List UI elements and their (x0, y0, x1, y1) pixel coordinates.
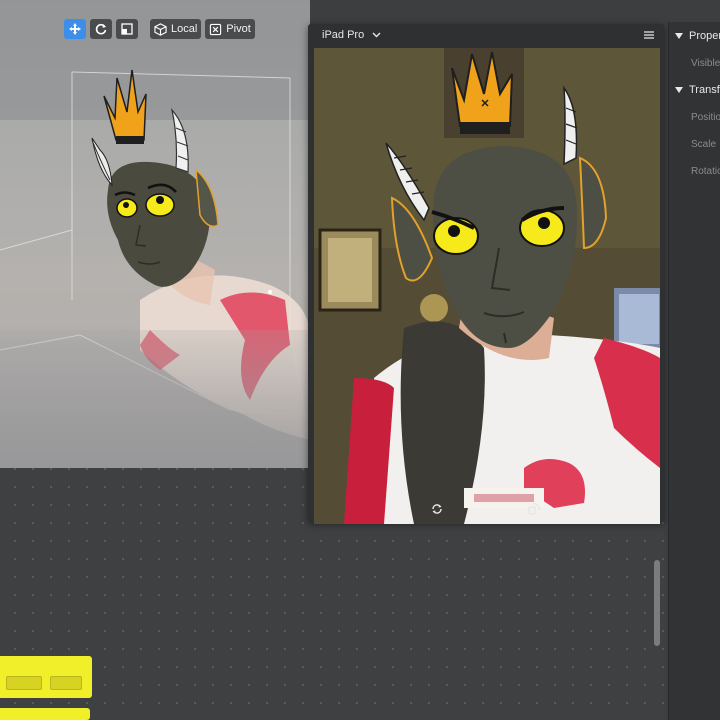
preview-header: iPad Pro (308, 24, 664, 46)
patch-node[interactable] (0, 708, 90, 720)
disclosure-triangle-icon (675, 84, 683, 96)
local-space-toggle[interactable]: Local (150, 19, 202, 39)
pivot-label: Pivot (226, 23, 251, 35)
pivot-icon (209, 23, 222, 36)
scale-tool-button[interactable] (116, 19, 138, 39)
rotation-label: Rotation (691, 166, 720, 177)
canvas-scrollbar[interactable] (654, 550, 662, 650)
hamburger-icon[interactable] (644, 26, 654, 44)
scale-icon (120, 22, 134, 36)
scale-label: Scale (691, 139, 717, 150)
cube-icon (154, 22, 167, 36)
node-port[interactable] (6, 676, 42, 690)
simulator-preview: iPad Pro (308, 24, 664, 524)
rotate-tool-button[interactable] (90, 19, 112, 39)
properties-title: Properties (689, 30, 720, 42)
transform-toolbar: Local Pivot (64, 18, 255, 40)
transform-title: Transform (689, 84, 720, 96)
pivot-toggle[interactable]: Pivot (205, 19, 255, 39)
scrollbar-thumb[interactable] (654, 560, 660, 646)
move-arrows-icon (68, 22, 82, 36)
visible-label: Visible (691, 58, 720, 69)
rotate-icon (94, 22, 108, 36)
properties-section-header[interactable]: Properties (675, 30, 720, 42)
scene-viewport[interactable]: Local Pivot (0, 0, 310, 468)
viewport-floor (0, 330, 310, 468)
camera-preview (314, 48, 660, 524)
node-port[interactable] (50, 676, 82, 690)
device-label: iPad Pro (322, 29, 365, 41)
device-selector[interactable]: iPad Pro (322, 29, 381, 41)
properties-inspector: Properties Visible Transform Position Sc… (668, 22, 720, 720)
disclosure-triangle-icon (675, 30, 683, 42)
camera-frame (314, 48, 660, 524)
flip-camera-icon[interactable] (431, 502, 443, 520)
preview-footer (308, 500, 664, 522)
position-label: Position (691, 112, 720, 123)
rotate-device-icon[interactable] (528, 502, 542, 520)
local-space-label: Local (171, 23, 198, 35)
move-tool-button[interactable] (64, 19, 86, 39)
patch-node[interactable] (0, 656, 92, 698)
chevron-down-icon (372, 29, 381, 41)
transform-section-header[interactable]: Transform (675, 84, 720, 96)
